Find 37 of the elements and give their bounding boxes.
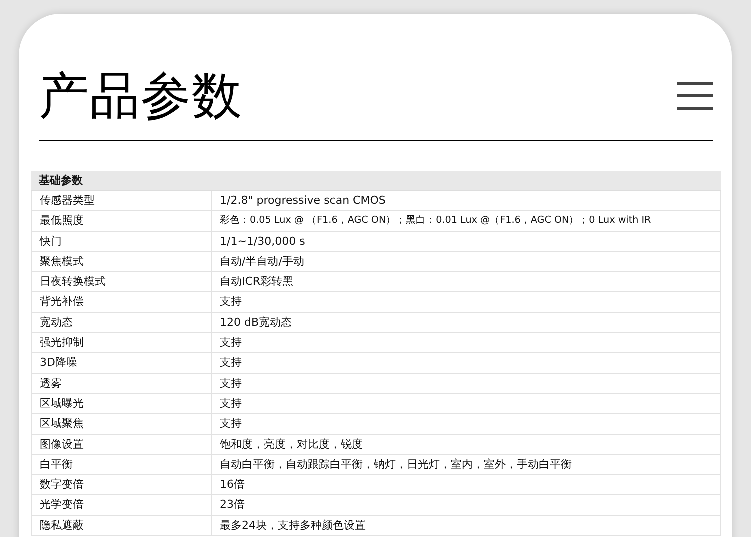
table-cell: 背光补偿 [32, 292, 212, 312]
table-cell-text: 自动/半自动/手动 [219, 254, 306, 270]
table-cell-text: 支持 [219, 335, 243, 352]
table-cell-text: 最多24块，支持多种颜色设置 [219, 518, 367, 534]
table-cell-text: 自动ICR彩转黑 [219, 274, 295, 290]
section-header: 基础参数 [31, 171, 721, 191]
table-cell: 传感器类型 [32, 191, 212, 210]
table-cell: 白平衡 [32, 454, 212, 474]
table-cell: 日夜转换模式 [32, 272, 212, 292]
table-cell: 数字变倍 [32, 475, 212, 494]
table-cell: 宽动态 [32, 312, 212, 332]
table-cell-text: 支持 [219, 396, 243, 412]
table-cell: 隐私遮蔽 [32, 516, 212, 536]
table-cell-text: 自动白平衡，自动跟踪白平衡，钠灯，日光灯，室内，室外，手动白平衡 [219, 456, 573, 473]
table-cell: 区域聚焦 [32, 414, 212, 434]
table-cell: 聚焦模式 [32, 252, 212, 272]
table-cell: 最低照度 [32, 211, 212, 231]
table-cell-text: 支持 [219, 355, 243, 372]
table-cell-text: 支持 [219, 416, 243, 432]
page-title: 产品参数 [39, 68, 243, 124]
table-cell: 快门 [32, 232, 212, 251]
table-cell: 区域曝光 [32, 394, 212, 414]
table-cell-text: 支持 [219, 294, 243, 310]
table-cell-text: 支持 [219, 376, 243, 392]
table-cell: 3D降噪 [32, 353, 212, 373]
table-cell-text: 彩色：0.05 Lux @ （F1.6，AGC ON）；黑白：0.01 Lux @（F1.6，AGC ON）；0 Lux with IR [219, 214, 652, 228]
table-cell-text: 1/1~1/30,000 s [219, 234, 306, 250]
table-cell: 强光抑制 [32, 333, 212, 352]
table-cell-text: 16倍 [219, 477, 246, 494]
table-cell-text: 23倍 [219, 497, 246, 514]
table-cell: 图像设置 [32, 434, 212, 454]
table-cell: 透雾 [32, 374, 212, 393]
table-cell: 光学变倍 [32, 495, 212, 515]
table-cell-text: 120 dB宽动态 [219, 314, 294, 331]
table-cell-text: 1/2.8" progressive scan CMOS [219, 193, 387, 209]
table-cell-text: 饱和度，亮度，对比度，锐度 [219, 436, 364, 453]
menu-icon[interactable] [677, 82, 713, 110]
